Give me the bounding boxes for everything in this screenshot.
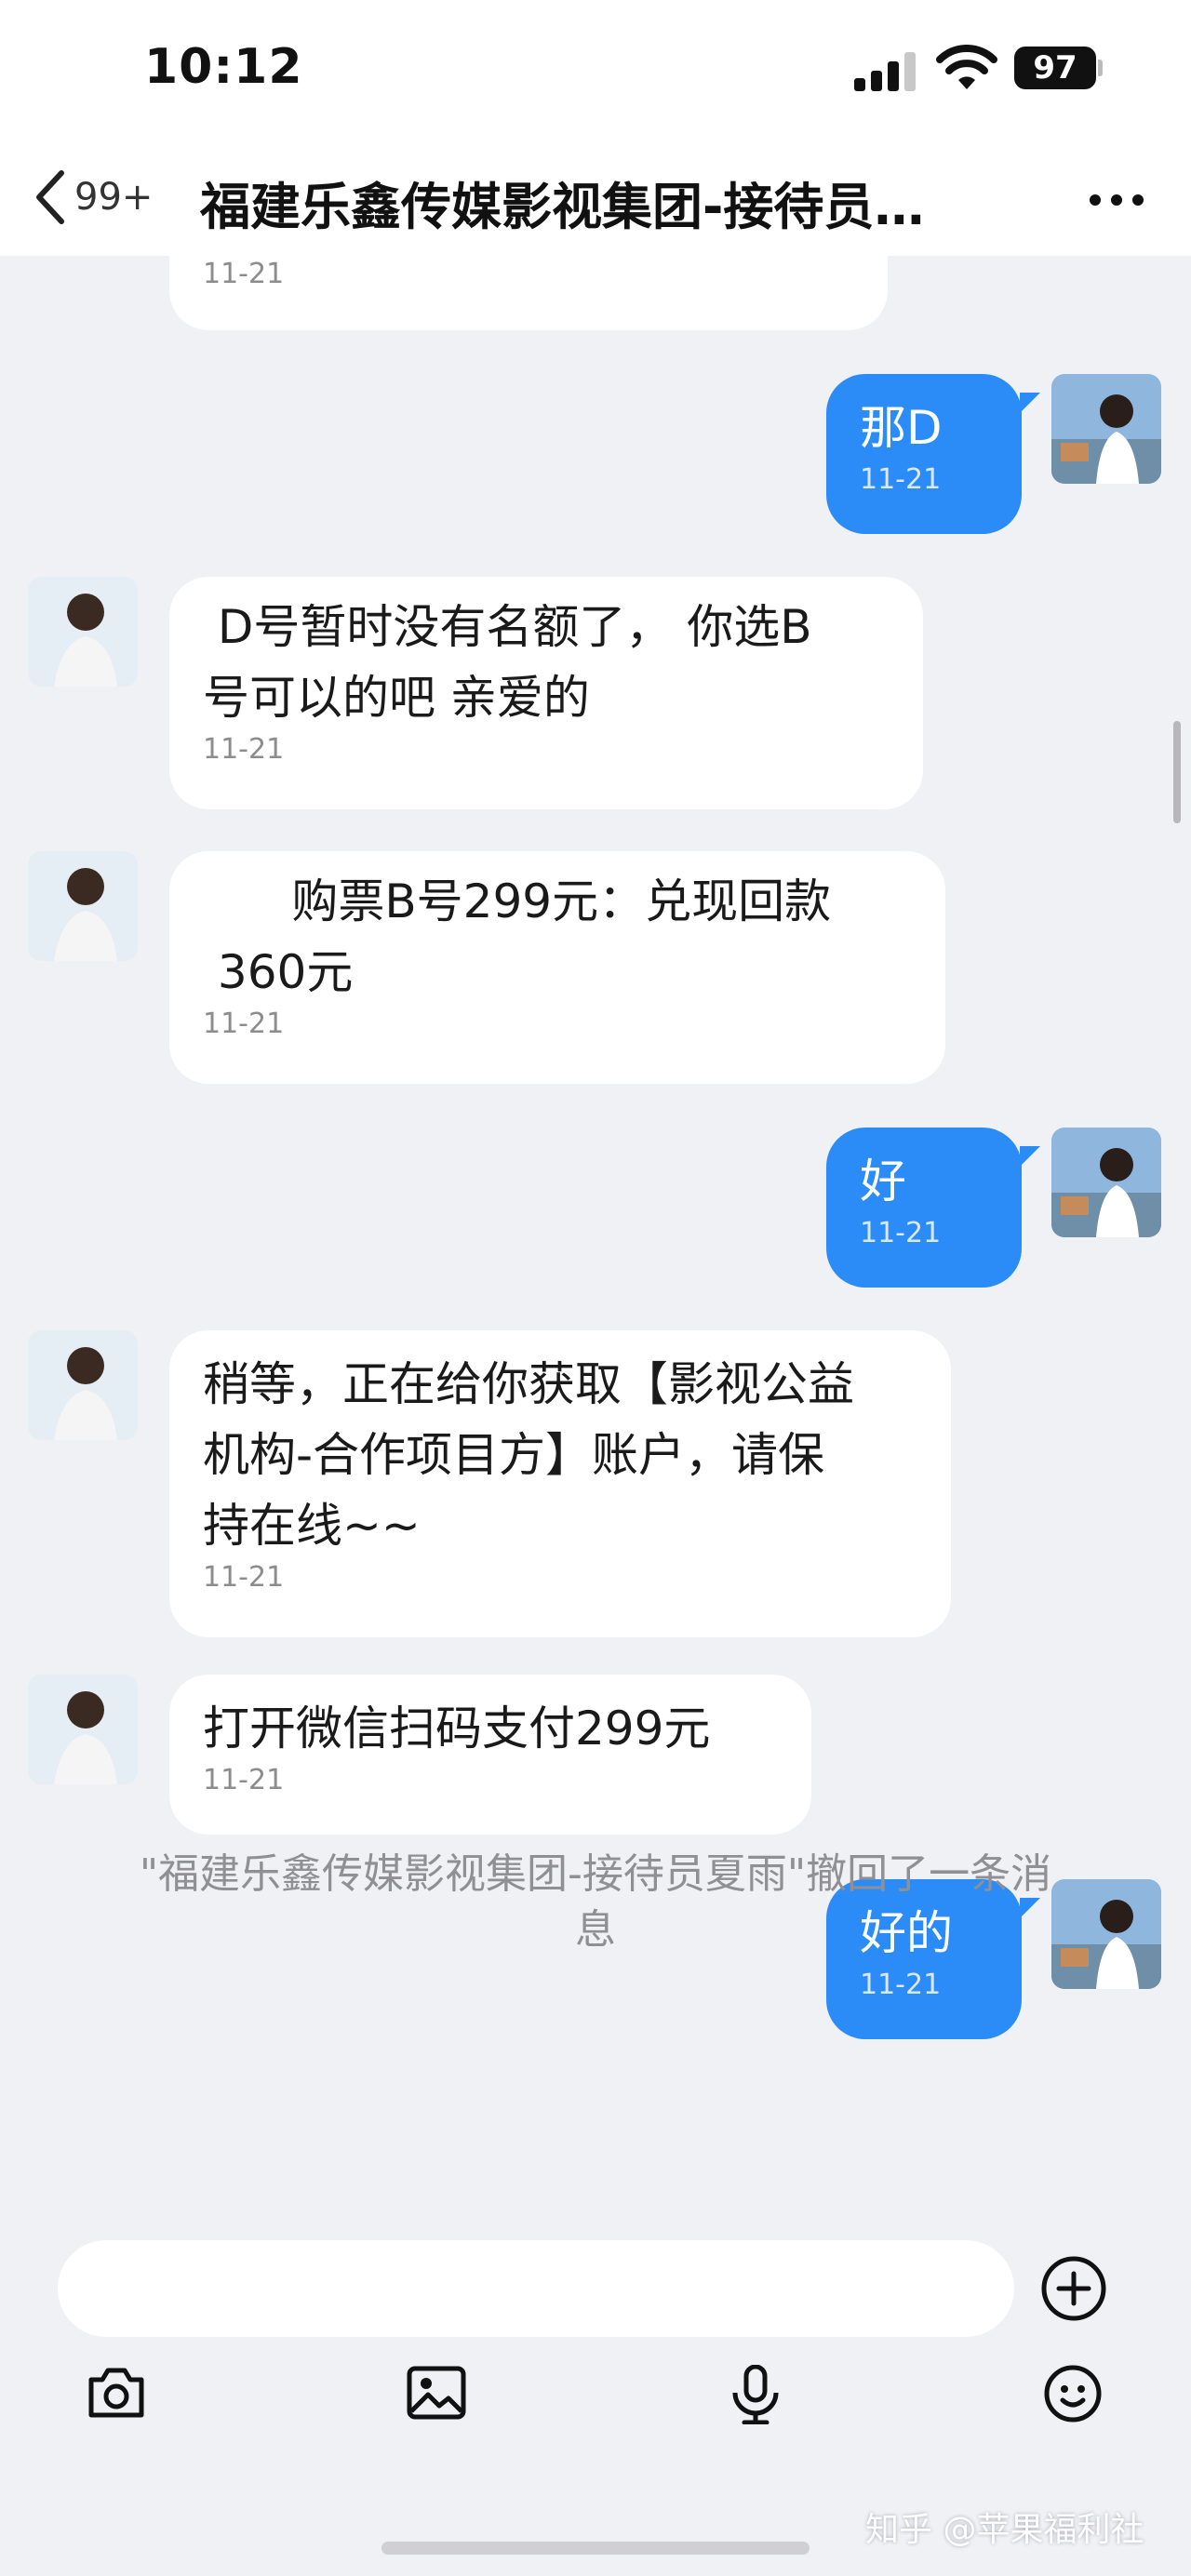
message-text: 打开微信扫码支付299元 <box>203 1702 711 1755</box>
message-bubble[interactable]: 11-21 <box>169 256 888 330</box>
user-avatar[interactable] <box>1051 374 1161 484</box>
bubble-tail <box>1020 393 1040 413</box>
contact-avatar-image <box>28 1330 138 1440</box>
contact-avatar[interactable] <box>28 1675 138 1784</box>
wifi-icon <box>936 45 997 89</box>
contact-avatar[interactable] <box>28 851 138 961</box>
plus-icon[interactable] <box>1040 2255 1107 2322</box>
message-text: D号暂时没有名额了， 你选B 号可以的吧 亲爱的 <box>203 600 812 725</box>
message-bubble[interactable]: D号暂时没有名额了， 你选B 号可以的吧 亲爱的 11-21 <box>169 577 923 809</box>
watermark: 知乎 @苹果福利社 <box>865 2511 1144 2549</box>
contact-avatar-image <box>28 577 138 687</box>
signal-icon <box>854 52 916 91</box>
contact-avatar-image <box>28 851 138 961</box>
message-time: 11-21 <box>203 733 285 766</box>
more-dots-icon <box>1090 194 1144 206</box>
message-text: 稍等，正在给你获取【影视公益 机构-合作项目方】账户，请保 持在线~~ <box>203 1357 854 1553</box>
nav-bar: 99+ 福建乐鑫传媒影视集团-接待员… <box>0 140 1191 256</box>
message-input[interactable] <box>58 2240 1014 2337</box>
bubble-tail <box>1020 1146 1040 1167</box>
user-avatar-image <box>1051 374 1161 484</box>
contact-avatar[interactable] <box>28 1330 138 1440</box>
status-time: 10:12 <box>144 39 303 95</box>
emoji-icon[interactable] <box>1044 2365 1102 2423</box>
chevron-left-icon <box>36 170 64 224</box>
camera-icon[interactable] <box>86 2365 147 2421</box>
message-time: 11-21 <box>203 258 285 290</box>
message-time: 11-21 <box>203 1764 285 1796</box>
chat-title: 福建乐鑫传媒影视集团-接待员… <box>200 178 925 236</box>
scrollbar[interactable] <box>1173 721 1181 823</box>
user-avatar-image <box>1051 1879 1161 1989</box>
home-indicator[interactable] <box>381 2542 810 2555</box>
back-button[interactable]: 99+ <box>33 160 153 234</box>
message-text: 那D <box>860 401 943 455</box>
message-text: 购票B号299元：兑现回款 360元 <box>217 874 832 999</box>
message-time: 11-21 <box>860 1969 942 2001</box>
user-avatar[interactable] <box>1051 1128 1161 1237</box>
image-icon[interactable] <box>406 2365 467 2421</box>
message-time: 11-21 <box>860 1217 942 1249</box>
user-avatar-image <box>1051 1128 1161 1237</box>
message-bubble[interactable]: 购票B号299元：兑现回款 360元 11-21 <box>169 851 945 1084</box>
more-button[interactable] <box>1079 177 1154 223</box>
message-bubble[interactable]: 打开微信扫码支付299元 11-21 <box>169 1675 811 1835</box>
message-time: 11-21 <box>203 1561 285 1594</box>
battery-tip <box>1098 60 1103 76</box>
unread-count: 99+ <box>74 176 154 219</box>
contact-avatar-image <box>28 1675 138 1784</box>
message-time: 11-21 <box>860 463 942 496</box>
contact-avatar[interactable] <box>28 577 138 687</box>
message-time: 11-21 <box>203 1008 285 1040</box>
microphone-icon[interactable] <box>729 2365 782 2424</box>
user-avatar[interactable] <box>1051 1879 1161 1989</box>
message-text: 好 <box>860 1155 906 1208</box>
message-bubble[interactable]: 好 11-21 <box>826 1128 1022 1288</box>
message-bubble[interactable]: 稍等，正在给你获取【影视公益 机构-合作项目方】账户，请保 持在线~~ 11-2… <box>169 1330 951 1637</box>
message-bubble[interactable]: 那D 11-21 <box>826 374 1022 534</box>
status-bar: 10:12 97 <box>0 0 1191 140</box>
recall-notice: "福建乐鑫传媒影视集团-接待员夏雨"撤回了一条消息 <box>139 1850 1052 1954</box>
battery-indicator: 97 <box>1014 47 1096 89</box>
